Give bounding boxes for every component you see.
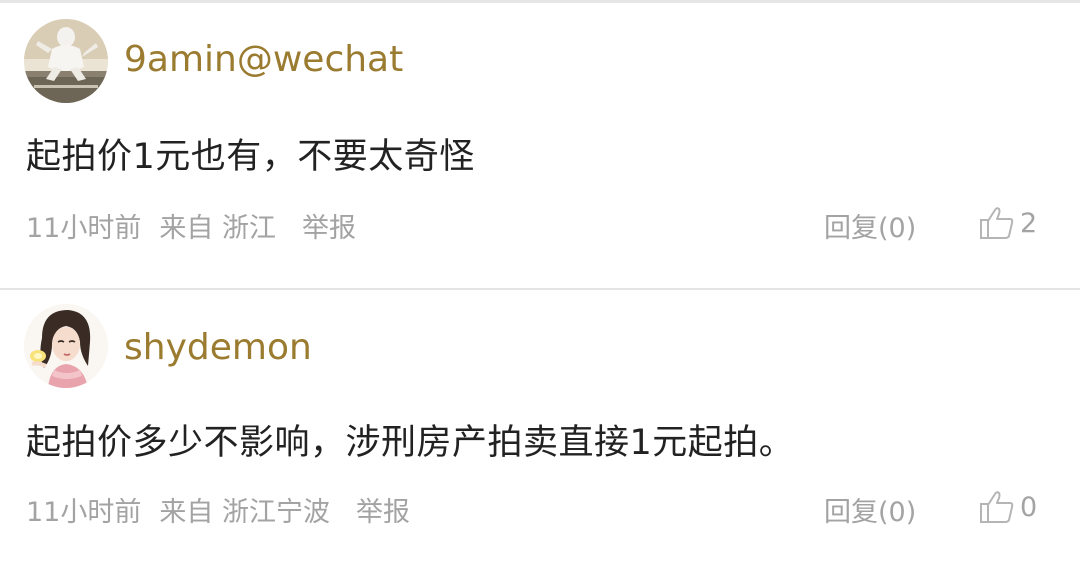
comment-text: 起拍价多少不影响，涉刑房产拍卖直接1元起拍。 <box>26 423 795 463</box>
reply-button[interactable]: 回复(0) <box>824 206 916 245</box>
username[interactable]: shydemon <box>124 327 312 368</box>
reply-button[interactable]: 回复(0) <box>824 490 916 529</box>
comment-item: 9amin@wechat 起拍价1元也有，不要太奇怪 11小时前 来自 浙江 举报 … <box>0 3 1080 288</box>
comment-item: shydemon 起拍价多少不影响，涉刑房产拍卖直接1元起拍。 11小时前 来自 … <box>0 290 1080 564</box>
comment-meta: 11小时前 来自 浙江宁波 举报 <box>26 490 428 529</box>
comment-meta: 11小时前 来自 浙江 举报 <box>26 206 374 245</box>
user-avatar[interactable] <box>24 19 108 103</box>
like-count: 2 <box>1020 207 1038 239</box>
like-button[interactable]: 2 <box>978 203 1037 243</box>
location: 来自 浙江宁波 <box>159 497 330 528</box>
like-button[interactable]: 0 <box>978 487 1037 527</box>
location: 来自 浙江 <box>159 213 276 244</box>
thumbs-up-icon <box>980 491 1014 523</box>
timestamp: 11小时前 <box>26 213 142 244</box>
like-count: 0 <box>1020 491 1038 523</box>
username[interactable]: 9amin@wechat <box>124 39 403 80</box>
comment-text: 起拍价1元也有，不要太奇怪 <box>26 137 475 177</box>
thumbs-up-icon <box>980 207 1014 239</box>
timestamp: 11小时前 <box>26 497 142 528</box>
report-link[interactable]: 举报 <box>302 206 356 245</box>
report-link[interactable]: 举报 <box>356 490 410 529</box>
illustrated-girl-avatar <box>24 304 108 388</box>
sculpture-figure-avatar <box>24 19 108 103</box>
user-avatar[interactable] <box>24 304 108 388</box>
